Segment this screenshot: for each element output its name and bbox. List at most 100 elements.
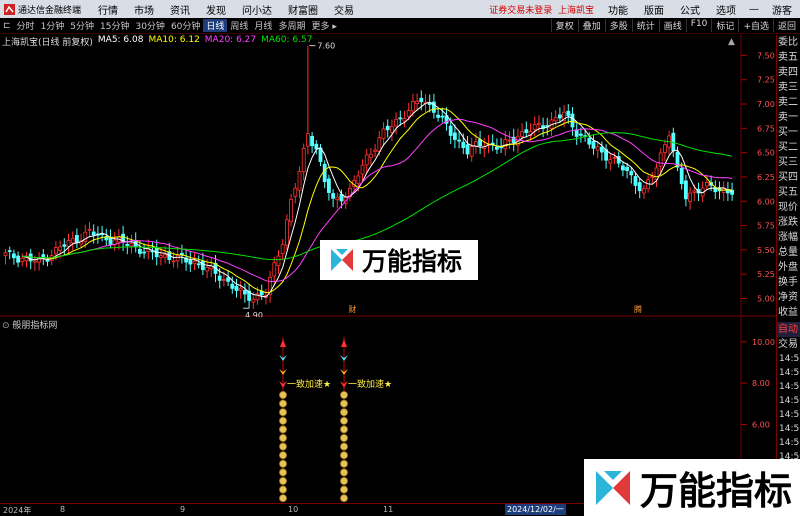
candle-body	[410, 101, 415, 112]
y-tick-label: 6.25	[757, 173, 775, 182]
menu-discover[interactable]: 发现	[198, 2, 234, 17]
stock-link[interactable]: 上海凯宝	[558, 6, 594, 16]
multi-stock-button[interactable]: 多股	[604, 19, 632, 32]
menu-ask[interactable]: 问小达	[234, 2, 280, 17]
menu-trade[interactable]: 交易	[326, 2, 362, 17]
candle-body	[331, 193, 336, 199]
y-tick-label: 10.00	[752, 338, 775, 347]
quote-row-label: 卖二	[778, 97, 798, 108]
draw-line-button[interactable]: 画线	[658, 19, 686, 32]
gold-coin-icon	[278, 494, 287, 503]
candle-body	[587, 137, 592, 145]
mark-button[interactable]: 标记	[711, 19, 738, 32]
app-icon	[4, 3, 15, 15]
candle-body	[663, 144, 667, 153]
candle-body	[205, 267, 210, 272]
gold-coin-icon	[278, 476, 287, 485]
candle-body	[310, 135, 315, 147]
back-button[interactable]: 返回	[772, 19, 800, 32]
f10-button[interactable]: F10	[685, 19, 712, 32]
login-notice[interactable]: 证券交易未登录 上海凯宝	[483, 3, 600, 16]
period-tab[interactable]: 30分钟	[132, 19, 167, 32]
quote-row-label: 卖三	[778, 82, 798, 93]
candle-body	[658, 152, 663, 167]
menu-options[interactable]: 选项	[708, 2, 744, 17]
period-tab-more[interactable]: 更多 ▸	[308, 19, 339, 32]
candle-body	[705, 182, 709, 187]
menu-market[interactable]: 市场	[126, 2, 162, 17]
candle-body	[574, 129, 579, 137]
period-tab-selected[interactable]: 日线	[203, 19, 228, 32]
y-tick-label: 7.25	[757, 76, 775, 85]
candle-body	[457, 139, 462, 142]
candle-body	[398, 117, 403, 120]
candle-body	[608, 159, 613, 164]
candle-body	[469, 146, 474, 157]
candle-body	[381, 128, 386, 140]
restore-button[interactable]: 复权	[550, 19, 578, 32]
menu-wealth[interactable]: 财富圈	[280, 2, 326, 17]
y-tick-label: 7.00	[757, 100, 775, 109]
up-arrow-icon	[341, 339, 347, 347]
candle-body	[163, 254, 168, 258]
candle-body	[289, 198, 294, 223]
candle-body	[171, 260, 176, 263]
menu-function[interactable]: 功能	[600, 2, 636, 17]
tab-trade[interactable]: 交易	[777, 337, 800, 352]
event-marker[interactable]: 财	[348, 304, 356, 314]
menu-news[interactable]: 资讯	[162, 2, 198, 17]
quote-row-label: 收益	[778, 307, 798, 318]
gold-coin-icon	[339, 408, 348, 417]
candle-body	[335, 196, 340, 201]
quote-row-label: 委比	[778, 37, 798, 48]
overlay-button[interactable]: 叠加	[577, 19, 605, 32]
gold-coin-icon	[278, 468, 287, 477]
app-title: 通达信金融终端	[18, 5, 82, 16]
period-tab[interactable]: 月线	[251, 19, 275, 32]
add-watchlist-button[interactable]: +自选	[738, 19, 773, 32]
menu-quotes[interactable]: 行情	[90, 2, 126, 17]
gold-coin-icon	[278, 442, 287, 451]
candle-body	[87, 228, 92, 231]
gold-coin-icon	[278, 391, 287, 400]
period-tab[interactable]: 分时	[14, 19, 38, 32]
period-tab[interactable]: 多周期	[275, 19, 308, 32]
candle-body	[520, 131, 524, 137]
quote-row-label: 换手	[778, 277, 798, 288]
candle-body	[537, 122, 541, 125]
gold-coin-icon	[278, 451, 287, 460]
gold-coin-icon	[278, 434, 287, 443]
x-cursor-date: 2024/12/02/一	[505, 504, 566, 515]
tab-auto[interactable]: 自动	[777, 322, 800, 337]
menu-formula[interactable]: 公式	[672, 2, 708, 17]
watermark-text: 万能指标	[639, 469, 792, 513]
candle-body	[11, 253, 16, 259]
y-tick-label: 5.00	[757, 294, 775, 303]
gold-coin-icon	[339, 442, 348, 451]
menu-layout[interactable]: 版面	[636, 2, 672, 17]
quote-row-label: 现价	[778, 202, 798, 213]
sidebar-toggle-icon[interactable]: ⊏	[0, 21, 14, 31]
quote-panel: 委比 卖五 卖四 卖三 卖二 卖一 买一 买二 买三 买四 买五 现价 涨跌 涨幅 总量 外盘 换手 净资 收益 自…	[776, 35, 800, 516]
candle-body	[226, 277, 231, 282]
minimize-icon[interactable]: —	[744, 4, 764, 15]
gold-coin-icon	[339, 485, 348, 494]
period-tab[interactable]: 1分钟	[38, 19, 68, 32]
candle-body	[566, 110, 571, 116]
period-tab[interactable]: 5分钟	[67, 19, 97, 32]
tick-time: 14:56	[779, 382, 800, 392]
y-tick-label: 5.25	[757, 270, 775, 279]
period-tab[interactable]: 周线	[227, 19, 251, 32]
collapse-icon[interactable]: ▲	[728, 37, 735, 47]
candle-body	[37, 257, 41, 263]
stats-button[interactable]: 统计	[631, 19, 659, 32]
period-tab[interactable]: 15分钟	[97, 19, 132, 32]
quote-row-label: 净资	[778, 292, 798, 303]
user-label[interactable]: 游客	[764, 2, 800, 17]
toolbar-right: 复权 叠加 多股 统计 画线 F10 标记 +自选 返回	[550, 19, 800, 32]
period-tab[interactable]: 60分钟	[168, 19, 203, 32]
candle-body	[507, 139, 512, 142]
candle-body	[234, 285, 239, 291]
event-marker[interactable]: 腾	[634, 304, 642, 314]
candle-body	[217, 275, 222, 281]
